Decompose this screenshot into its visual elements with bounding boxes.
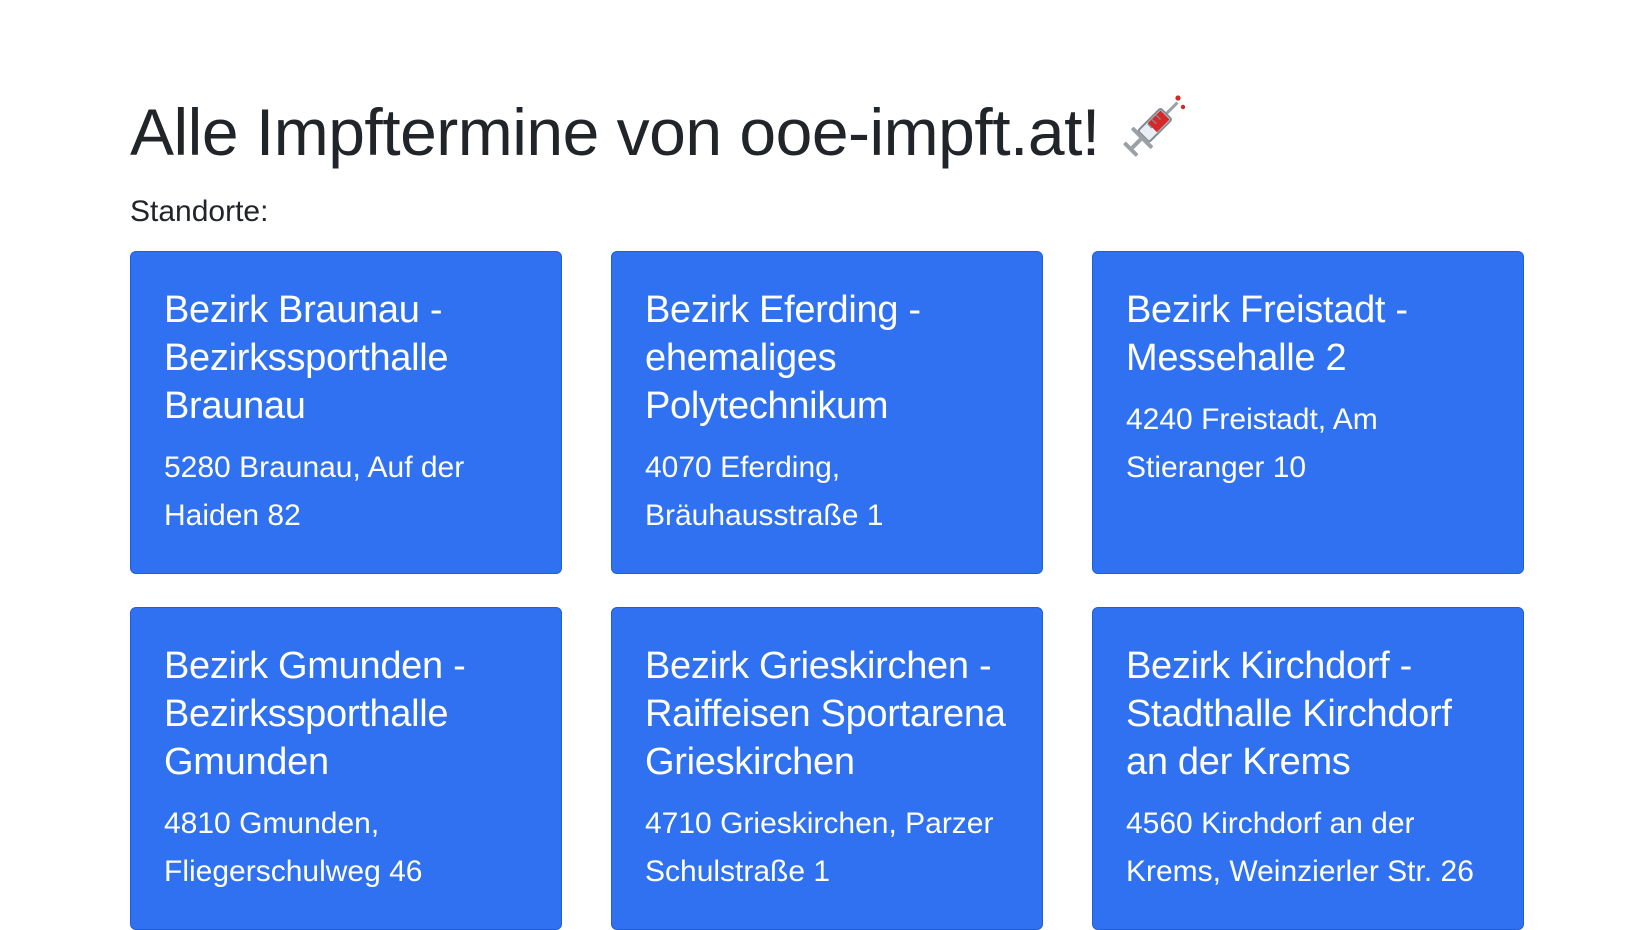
location-title: Bezirk Grieskirchen - Raiffeisen Sportar… xyxy=(645,645,1006,783)
page-title: Alle Impftermine von ooe-impft.at! xyxy=(130,92,1188,172)
location-card-eferding[interactable]: Bezirk Eferding - ehemaliges Polytechnik… xyxy=(611,251,1043,574)
locations-label: Standorte: xyxy=(130,195,269,228)
location-title: Bezirk Gmunden - Bezirkssporthalle Gmund… xyxy=(164,645,466,783)
location-card-gmunden[interactable]: Bezirk Gmunden - Bezirkssporthalle Gmund… xyxy=(130,607,562,930)
location-title: Bezirk Freistadt - Messehalle 2 xyxy=(1126,289,1408,379)
location-address: 5280 Braunau, Auf der Haiden 82 xyxy=(164,451,465,532)
location-card-kirchdorf[interactable]: Bezirk Kirchdorf - Stadthalle Kirchdorf … xyxy=(1092,607,1524,930)
location-address: 4240 Freistadt, Am Stieranger 10 xyxy=(1126,403,1378,484)
page-title-text: Alle Impftermine von ooe-impft.at! xyxy=(130,95,1100,169)
location-title: Bezirk Eferding - ehemaliges Polytechnik… xyxy=(645,289,921,427)
location-card-braunau[interactable]: Bezirk Braunau - Bezirkssporthalle Braun… xyxy=(130,251,562,574)
location-address: 4560 Kirchdorf an der Krems, Weinzierler… xyxy=(1126,807,1474,888)
locations-grid: Bezirk Braunau - Bezirkssporthalle Braun… xyxy=(130,251,1524,930)
location-address: 4810 Gmunden, Fliegerschulweg 46 xyxy=(164,807,423,888)
syringe-icon xyxy=(1116,92,1188,164)
location-card-freistadt[interactable]: Bezirk Freistadt - Messehalle 2 4240 Fre… xyxy=(1092,251,1524,574)
location-card-grieskirchen[interactable]: Bezirk Grieskirchen - Raiffeisen Sportar… xyxy=(611,607,1043,930)
location-address: 4070 Eferding, Bräuhausstraße 1 xyxy=(645,451,884,532)
location-address: 4710 Grieskirchen, Parzer Schulstraße 1 xyxy=(645,807,994,888)
location-title: Bezirk Kirchdorf - Stadthalle Kirchdorf … xyxy=(1126,645,1452,783)
location-title: Bezirk Braunau - Bezirkssporthalle Braun… xyxy=(164,289,449,427)
